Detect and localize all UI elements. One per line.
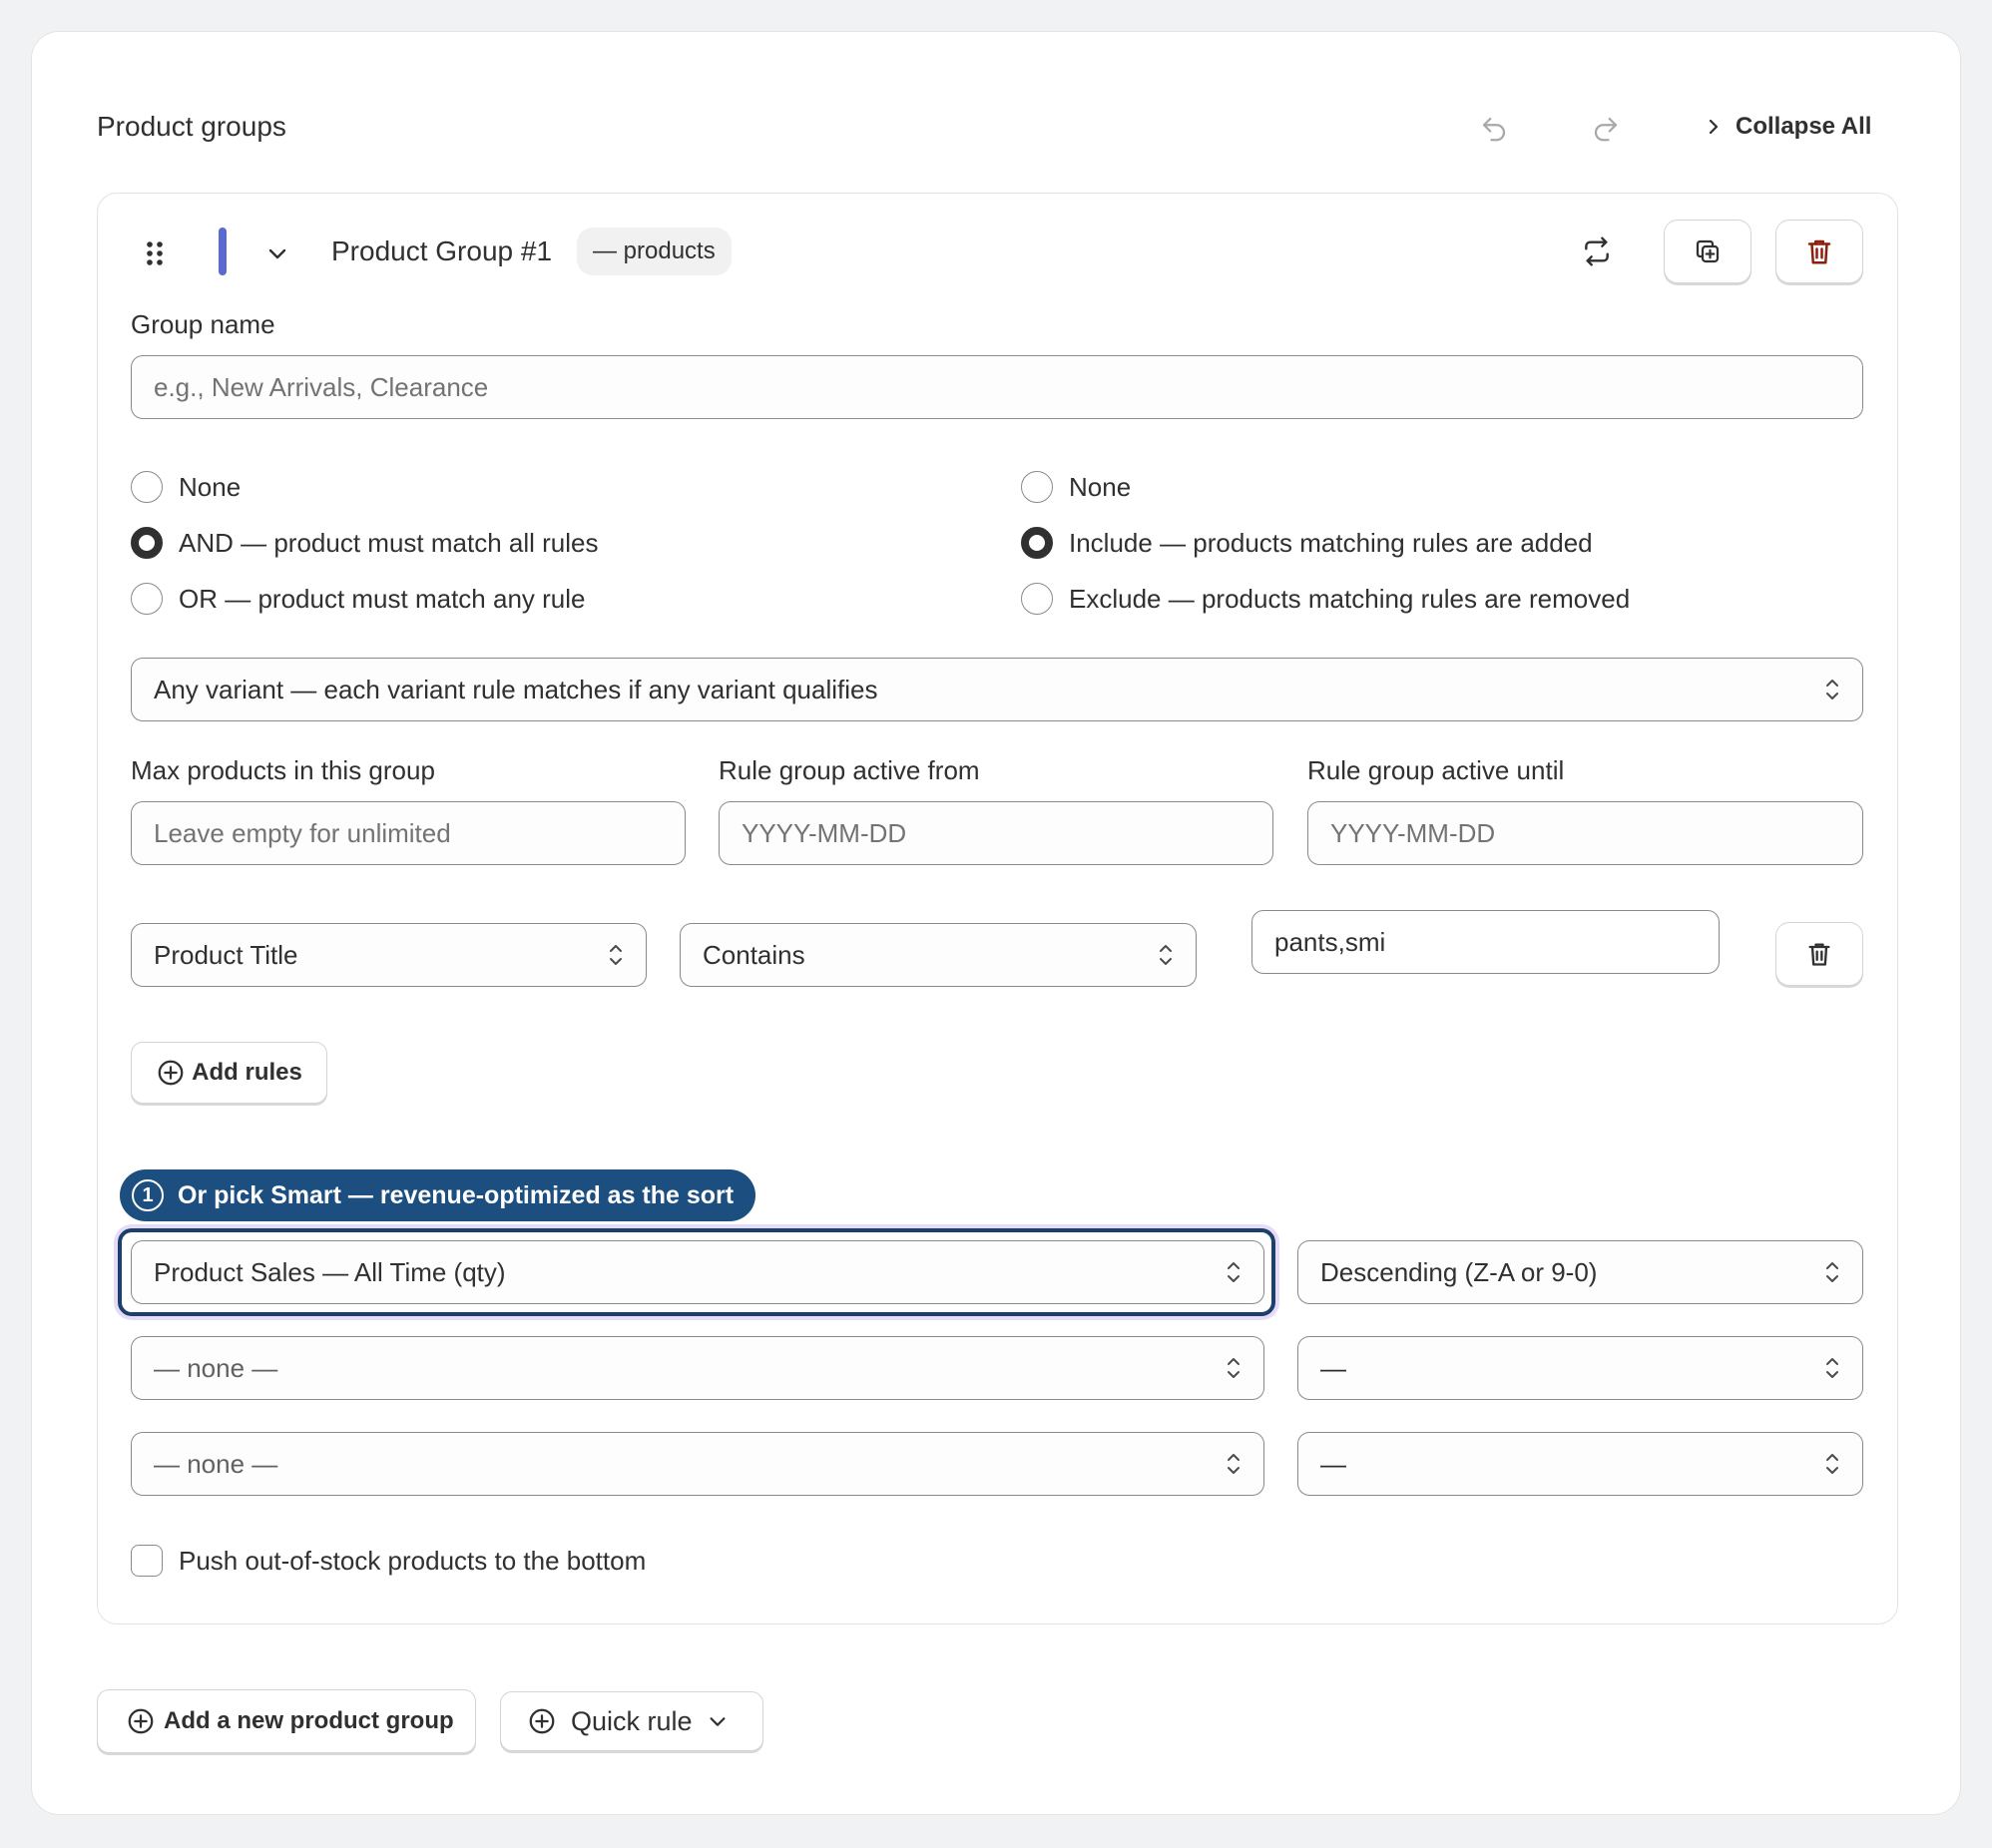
chevron-down-icon — [268, 248, 286, 259]
delete-rule-button[interactable] — [1775, 922, 1863, 986]
trash-icon — [1808, 943, 1830, 966]
undo-icon — [1482, 117, 1506, 142]
push-oos-checkbox[interactable] — [131, 1545, 163, 1577]
radio-label: None — [179, 471, 242, 502]
tour-step-badge: 1 Or pick Smart — revenue-optimized as t… — [120, 1169, 756, 1221]
chevron-down-icon — [710, 1717, 726, 1726]
mode-option-exclude[interactable]: Exclude — products matching rules are re… — [1021, 581, 1630, 617]
product-count-badge: — products — [577, 228, 732, 275]
select-value: Descending (Z-A or 9-0) — [1320, 1256, 1598, 1287]
mode-radio-group: None Include — products matching rules a… — [1021, 469, 1630, 617]
active-until-input[interactable] — [1307, 801, 1863, 865]
radio-button[interactable] — [131, 471, 163, 503]
sort-direction-select-1[interactable]: Descending (Z-A or 9-0) — [1297, 1240, 1863, 1304]
group-color-bar — [219, 228, 227, 275]
mode-option-include[interactable]: Include — products matching rules are ad… — [1021, 525, 1630, 561]
radio-label: Include — products matching rules are ad… — [1069, 527, 1593, 558]
add-rules-button[interactable]: Add rules — [131, 1042, 327, 1104]
plus-circle-icon — [158, 1060, 184, 1086]
rule-operator-select[interactable]: Contains — [680, 923, 1197, 987]
select-value: — — [1320, 1448, 1346, 1479]
plus-circle-icon — [529, 1708, 555, 1734]
select-arrows-icon — [1826, 680, 1838, 699]
expand-toggle[interactable] — [257, 233, 297, 273]
plus-circle-icon — [128, 1708, 154, 1734]
active-from-input[interactable] — [719, 801, 1273, 865]
redo-icon — [1594, 117, 1618, 142]
variant-match-select[interactable]: Any variant — each variant rule matches … — [131, 658, 1863, 721]
active-until-label: Rule group active until — [1307, 755, 1565, 785]
select-arrows-icon — [1826, 1262, 1838, 1282]
select-value: Product Sales — All Time (qty) — [154, 1256, 506, 1287]
select-arrows-icon — [1826, 1454, 1838, 1474]
group-title: Product Group #1 — [331, 235, 553, 266]
group-name-label: Group name — [131, 309, 275, 339]
chevron-right-icon — [1709, 119, 1719, 135]
drag-handle[interactable] — [144, 238, 166, 268]
radio-label: None — [1069, 471, 1132, 502]
sort-direction-select-3[interactable]: — — [1297, 1432, 1863, 1496]
drag-dots-icon — [147, 241, 163, 265]
active-from-label: Rule group active from — [719, 755, 980, 785]
quick-rule-button[interactable]: Quick rule — [500, 1691, 763, 1751]
refresh-icon — [1585, 236, 1609, 266]
select-arrows-icon — [610, 945, 622, 965]
match-option-and[interactable]: AND — product must match all rules — [131, 525, 598, 561]
sort-field-select-2[interactable]: — none — — [131, 1336, 1264, 1400]
radio-label: Exclude — products matching rules are re… — [1069, 583, 1631, 614]
add-rules-label: Add rules — [192, 1059, 302, 1086]
max-products-label: Max products in this group — [131, 755, 435, 785]
collapse-all-button[interactable]: Collapse All — [1704, 107, 1871, 147]
select-value: — none — — [154, 1448, 278, 1479]
trash-icon — [1807, 239, 1831, 264]
duplicate-icon — [1696, 239, 1720, 263]
tour-step-text: Or pick Smart — revenue-optimized as the… — [178, 1180, 735, 1209]
sort-direction-select-2[interactable]: — — [1297, 1336, 1863, 1400]
radio-label: AND — product must match all rules — [179, 527, 599, 558]
radio-button[interactable] — [1021, 471, 1053, 503]
delete-group-button[interactable] — [1775, 220, 1863, 283]
select-value: Contains — [703, 939, 805, 970]
sort-field-select-3[interactable]: — none — — [131, 1432, 1264, 1496]
radio-button[interactable] — [1021, 583, 1053, 615]
collapse-all-label: Collapse All — [1736, 113, 1872, 140]
push-oos-label: Push out-of-stock products to the bottom — [179, 1545, 647, 1576]
product-groups-card: Product groups Collapse All Product Grou… — [31, 31, 1961, 1815]
select-value: — none — — [154, 1352, 278, 1383]
mode-option-none[interactable]: None — [1021, 469, 1630, 505]
match-radio-group: None AND — product must match all rules … — [131, 469, 598, 617]
radio-label: OR — product must match any rule — [179, 583, 586, 614]
select-arrows-icon — [1228, 1358, 1240, 1378]
add-product-group-label: Add a new product group — [164, 1707, 454, 1734]
duplicate-group-button[interactable] — [1664, 220, 1751, 283]
select-arrows-icon — [1228, 1454, 1240, 1474]
max-products-input[interactable] — [131, 801, 686, 865]
refresh-button[interactable] — [1575, 230, 1619, 273]
section-title: Product groups — [97, 111, 286, 142]
group-name-input[interactable] — [131, 355, 1863, 419]
select-arrows-icon — [1826, 1358, 1838, 1378]
match-option-or[interactable]: OR — product must match any rule — [131, 581, 598, 617]
select-value: Product Title — [154, 939, 298, 970]
rule-value-input[interactable] — [1251, 910, 1720, 974]
rule-field-select[interactable]: Product Title — [131, 923, 647, 987]
push-oos-option[interactable]: Push out-of-stock products to the bottom — [131, 1545, 646, 1577]
select-arrows-icon — [1228, 1262, 1240, 1282]
add-product-group-button[interactable]: Add a new product group — [97, 1689, 476, 1753]
undo-button[interactable] — [1472, 107, 1516, 151]
quick-rule-label: Quick rule — [571, 1705, 693, 1736]
select-value: — — [1320, 1352, 1346, 1383]
radio-button-selected[interactable] — [131, 527, 163, 559]
radio-button-selected[interactable] — [1021, 527, 1053, 559]
select-arrows-icon — [1160, 945, 1172, 965]
redo-button[interactable] — [1584, 107, 1628, 151]
product-group: Product Group #1 — products Group name N… — [97, 193, 1898, 1624]
select-value: Any variant — each variant rule matches … — [154, 674, 878, 704]
sort-field-select-1[interactable]: Product Sales — All Time (qty) — [131, 1240, 1264, 1304]
match-option-none[interactable]: None — [131, 469, 598, 505]
tour-step-number: 1 — [132, 1179, 164, 1211]
radio-button[interactable] — [131, 583, 163, 615]
